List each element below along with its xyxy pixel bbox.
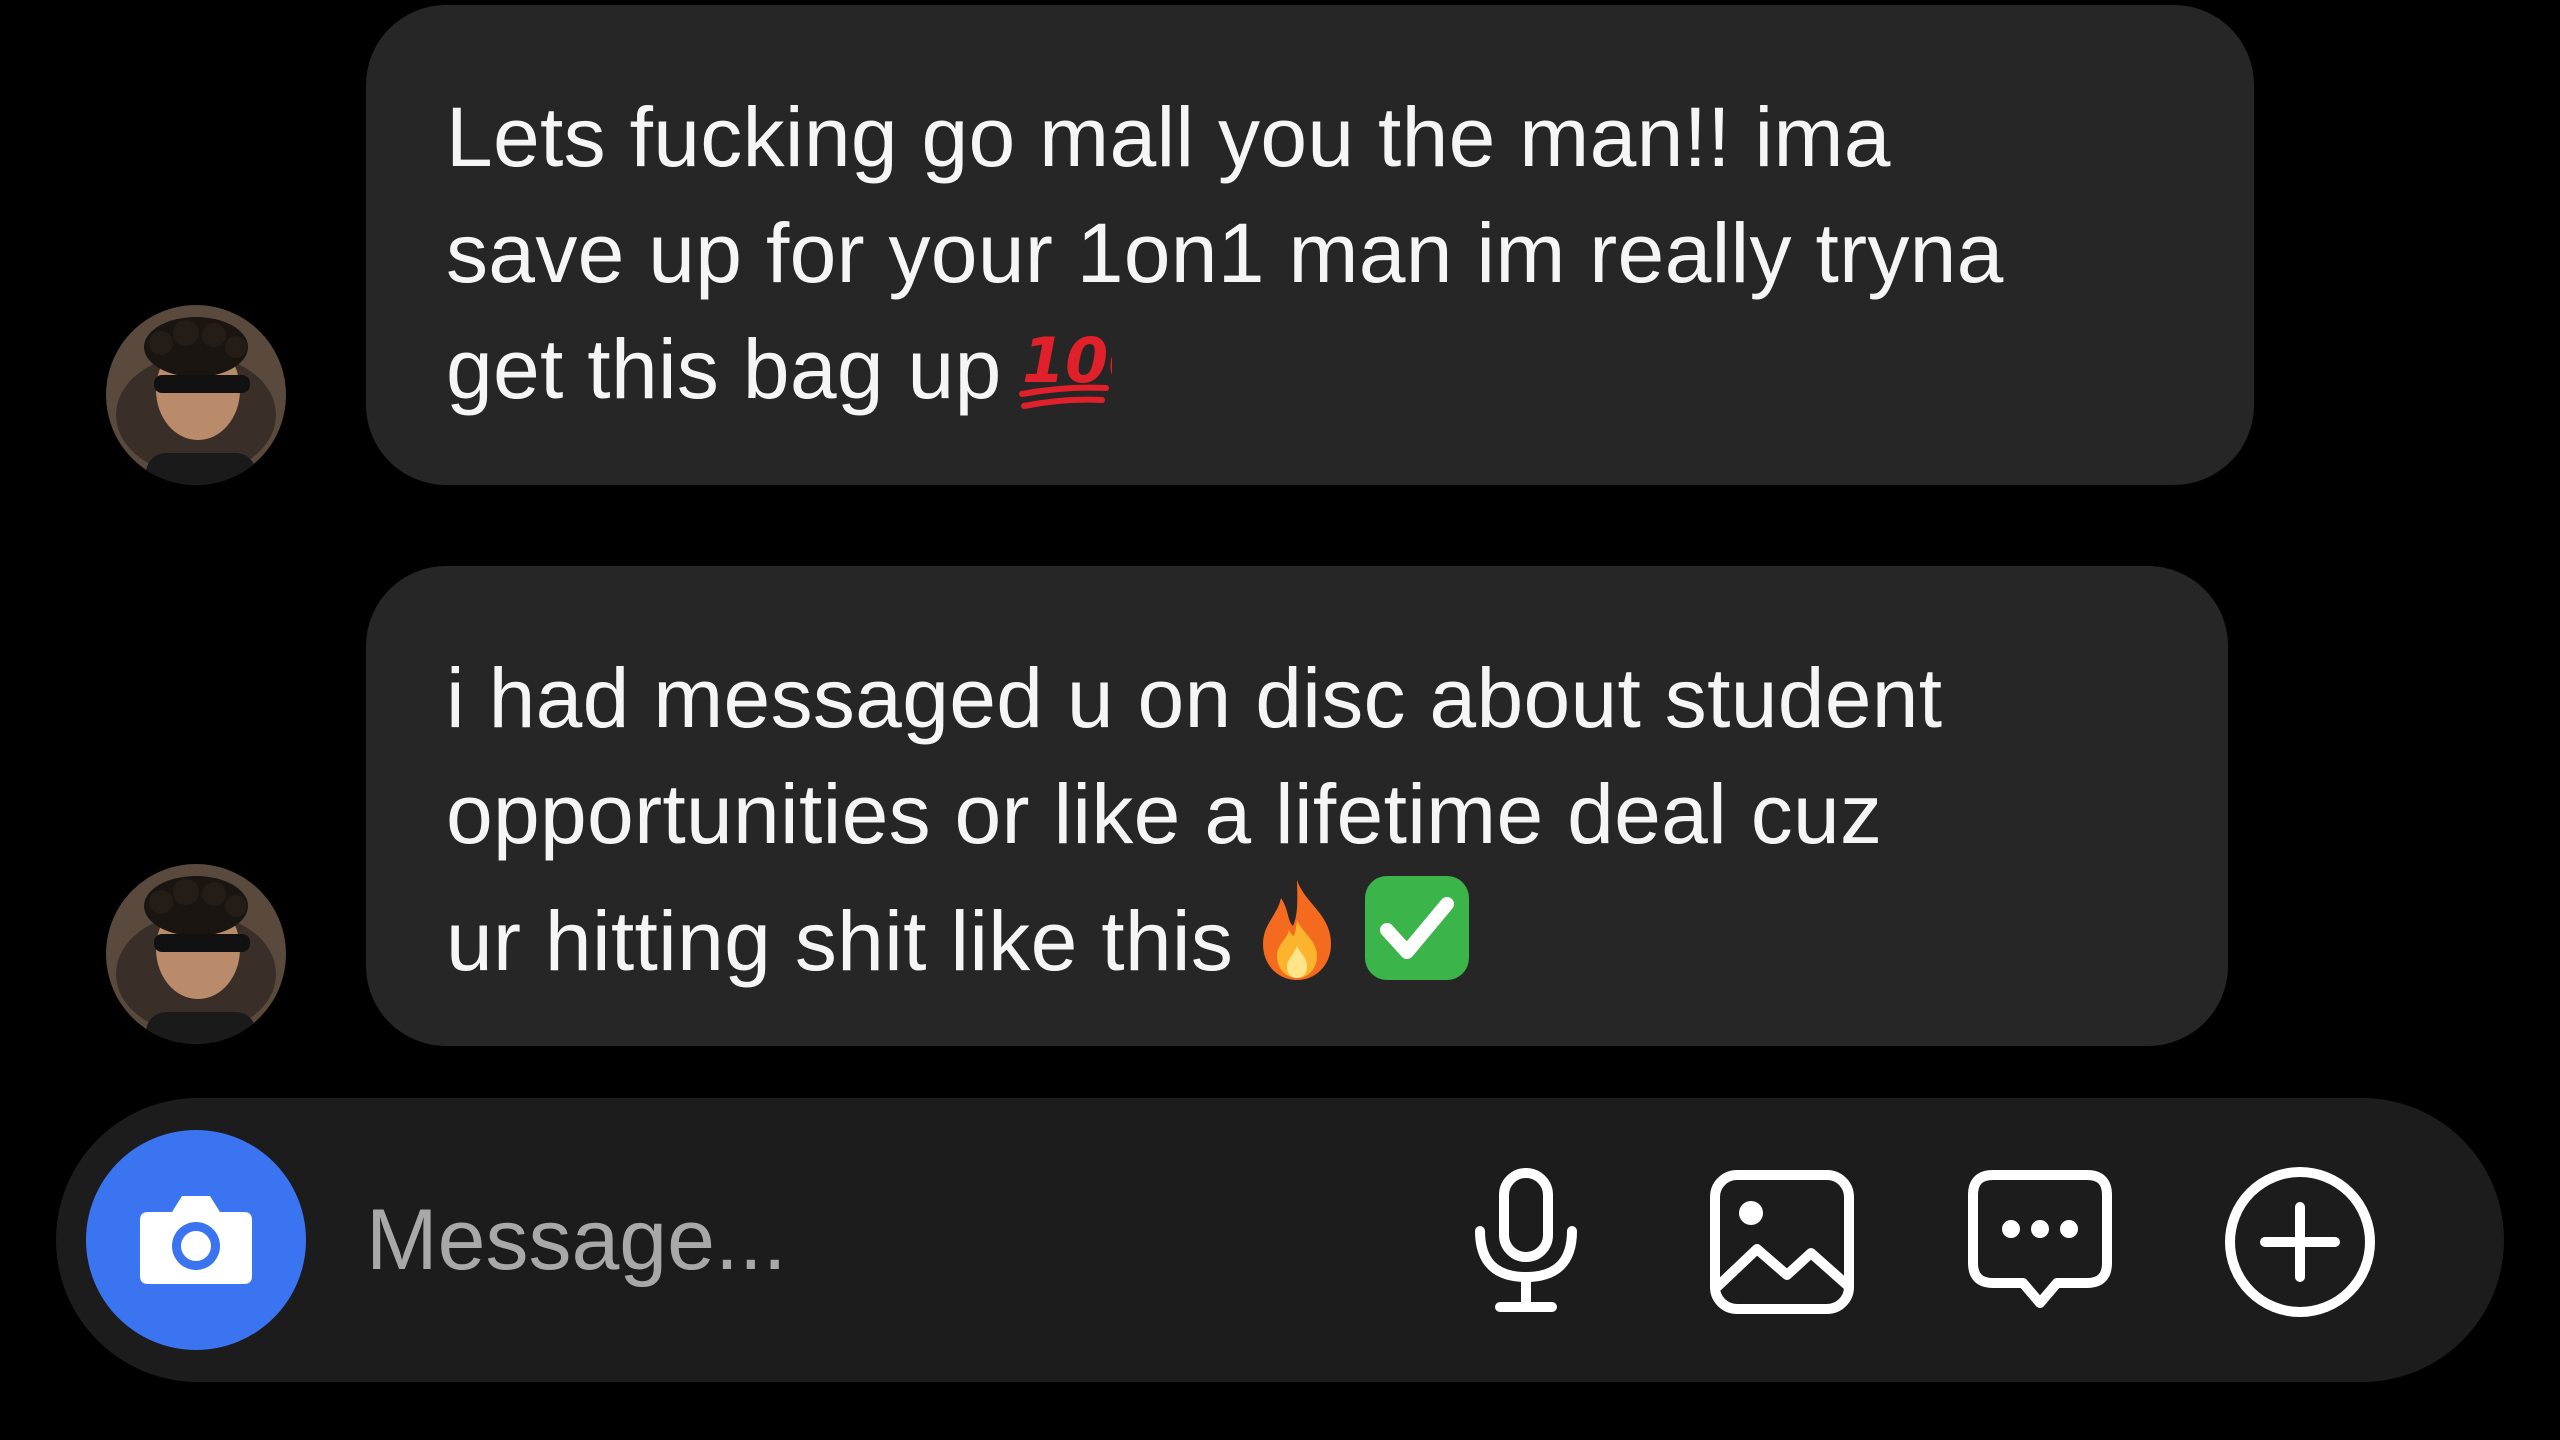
sticker-icon [1965, 1167, 2115, 1322]
avatar[interactable] [106, 305, 286, 485]
add-icon [2223, 1165, 2377, 1324]
check-mark-button-icon [1361, 872, 1473, 989]
microphone-icon [1466, 1167, 1586, 1322]
message-text: Lets fucking go mall you the man!! ima s… [446, 90, 2004, 416]
avatar-image [106, 864, 286, 1044]
gallery-icon [1707, 1167, 1857, 1322]
camera-button[interactable] [86, 1130, 306, 1350]
message-bubble[interactable]: Lets fucking go mall you the man!! ima s… [366, 5, 2254, 485]
gallery-button[interactable] [1702, 1164, 1862, 1324]
sticker-button[interactable] [1960, 1164, 2120, 1324]
message-composer [56, 1098, 2504, 1382]
message-bubble[interactable]: i had messaged u on disc about student o… [366, 566, 2228, 1046]
message-text: i had messaged u on disc about student o… [446, 651, 1943, 988]
camera-icon [134, 1186, 258, 1295]
message-input[interactable] [366, 1184, 1366, 1296]
avatar[interactable] [106, 864, 286, 1044]
add-button[interactable] [2220, 1164, 2380, 1324]
fire-icon [1247, 874, 1347, 989]
avatar-image [106, 305, 286, 485]
voice-message-button[interactable] [1446, 1164, 1606, 1324]
hundred-points-icon: 100 [1016, 316, 1151, 417]
